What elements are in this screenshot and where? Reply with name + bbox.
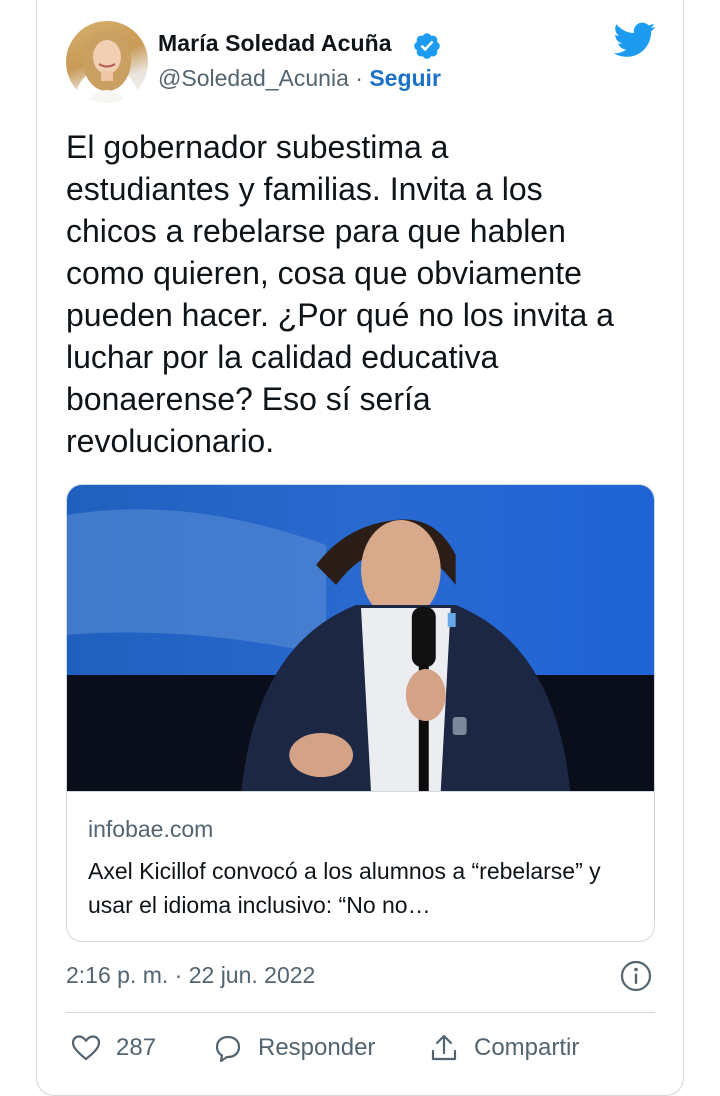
author-name[interactable]: María Soledad Acuña [158,30,392,57]
reply-button[interactable]: Responder [212,1030,375,1066]
link-preview-card[interactable]: infobae.com Axel Kicillof convocó a los … [66,484,655,942]
share-upload-icon [431,1034,457,1061]
reply-label: Responder [258,1034,376,1061]
tweet-text: El gobernador subestima a estudiantes y … [66,129,614,459]
speech-bubble-icon [215,1035,241,1063]
like-button[interactable]: 287 [70,1030,156,1066]
handle-row: @Soledad_Acunia · Seguir [158,65,441,92]
divider [66,1012,655,1013]
author-handle[interactable]: @Soledad_Acunia [158,65,349,91]
follow-button[interactable]: Seguir [369,65,441,91]
link-meta: infobae.com Axel Kicillof convocó a los … [67,791,654,941]
share-button[interactable]: Compartir [428,1030,579,1066]
verified-badge-icon [414,33,440,59]
like-count: 287 [116,1034,157,1061]
twitter-bird-icon[interactable] [614,22,656,58]
article-image [67,485,654,791]
info-icon[interactable] [620,960,652,992]
link-domain: infobae.com [88,816,214,842]
share-label: Compartir [474,1034,580,1061]
tweet-timestamp[interactable]: 2:16 p. m. · 22 jun. 2022 [66,962,315,989]
heart-icon [71,1035,101,1061]
avatar[interactable] [66,21,148,103]
link-title[interactable]: Axel Kicillof convocó a los alumnos a “r… [88,854,636,922]
separator: · [355,65,363,91]
